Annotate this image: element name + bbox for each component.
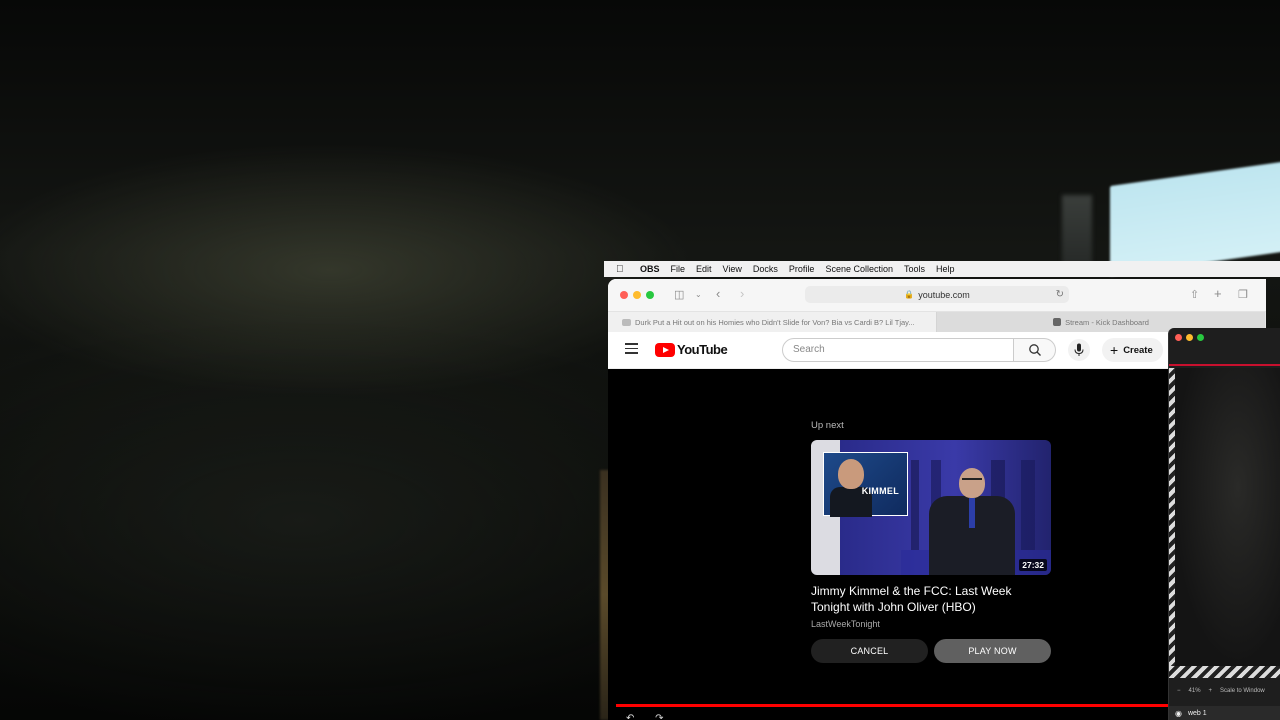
scale-to-window[interactable]: Scale to Window (1220, 688, 1265, 694)
menu-bar:  OBS File Edit View Docks Profile Scene… (604, 261, 1280, 277)
forward-icon[interactable]: › (740, 286, 744, 301)
play-now-button[interactable]: PLAY NOW (934, 639, 1051, 663)
minimize-button[interactable] (633, 291, 641, 299)
create-button[interactable]: + Create (1102, 338, 1163, 362)
url-text: youtube.com (918, 289, 970, 300)
video-duration: 27:32 (1019, 559, 1047, 571)
voice-search-button[interactable] (1068, 339, 1090, 361)
youtube-play-icon (655, 342, 675, 357)
menu-app-name[interactable]: OBS (640, 264, 660, 274)
menu-docks[interactable]: Docks (753, 264, 778, 274)
channel-name[interactable]: LastWeekTonight (811, 619, 880, 629)
obs-preview-hatch (1169, 368, 1175, 666)
obs-close-button[interactable] (1175, 334, 1182, 341)
thumbnail-text: KIMMEL (861, 486, 899, 496)
search-icon (1029, 344, 1041, 356)
menu-scene-collection[interactable]: Scene Collection (825, 264, 893, 274)
cancel-button[interactable]: CANCEL (811, 639, 928, 663)
zoom-button[interactable] (646, 291, 654, 299)
tab-bar: Durk Put a Hit out on his Homies who Did… (608, 312, 1266, 332)
player-controls: ↶ ↷ (626, 713, 664, 720)
create-label: Create (1123, 344, 1153, 356)
back-icon[interactable]: ‹ (716, 286, 720, 301)
obs-source-item[interactable]: ◉ web 1 (1169, 706, 1280, 720)
menu-tools[interactable]: Tools (904, 264, 925, 274)
close-button[interactable] (620, 291, 628, 299)
background-pillar (1062, 195, 1092, 265)
reload-icon[interactable]: ↻ (1056, 289, 1064, 300)
microphone-icon (1074, 343, 1084, 356)
source-name: web 1 (1187, 709, 1207, 717)
thumbnail-inset: KIMMEL (823, 452, 908, 517)
obs-zoom-bar: − 41% + Scale to Window (1169, 684, 1280, 698)
apple-icon[interactable]:  (616, 264, 626, 275)
youtube-logo[interactable]: YouTube (655, 342, 728, 357)
youtube-favicon-icon (622, 318, 631, 326)
search-button[interactable] (1014, 338, 1056, 362)
menu-profile[interactable]: Profile (789, 264, 815, 274)
zoom-out-icon[interactable]: − (1177, 688, 1181, 694)
kick-favicon-icon (1053, 318, 1062, 326)
obs-preview-border (1169, 364, 1280, 366)
obs-zoom-button[interactable] (1197, 334, 1204, 341)
tab-overview-icon[interactable]: ❐ (1238, 288, 1248, 301)
menu-edit[interactable]: Edit (696, 264, 712, 274)
obs-preview-hatch-bottom (1169, 666, 1280, 678)
window-controls (620, 291, 654, 299)
chevron-down-icon[interactable]: ⌄ (695, 290, 702, 299)
bright-window-background (1110, 157, 1280, 277)
youtube-wordmark: YouTube (677, 342, 728, 357)
obs-window-controls (1175, 334, 1204, 341)
sidebar-icon[interactable]: ◫ (674, 288, 684, 301)
obs-preview[interactable] (1173, 368, 1280, 666)
menu-view[interactable]: View (723, 264, 742, 274)
obs-minimize-button[interactable] (1186, 334, 1193, 341)
tab-title: Stream - Kick Dashboard (1065, 317, 1149, 327)
lock-icon: 🔒 (904, 290, 915, 299)
camera-icon: ◉ (1175, 708, 1182, 718)
new-tab-icon[interactable]: + (1214, 286, 1222, 301)
menu-file[interactable]: File (671, 264, 686, 274)
safari-toolbar: ◫ ⌄ ‹ › 🔒 youtube.com ↻ ⇧ + ❐ (608, 279, 1266, 312)
next-icon[interactable]: ↷ (655, 713, 663, 720)
up-next-label: Up next (811, 420, 844, 431)
video-title[interactable]: Jimmy Kimmel & the FCC: Last Week Tonigh… (811, 583, 1051, 615)
menu-help[interactable]: Help (936, 264, 955, 274)
address-bar[interactable]: 🔒 youtube.com ↻ (805, 286, 1069, 303)
obs-window: − 41% + Scale to Window ◉ web 1 (1168, 328, 1280, 720)
tab-title: Durk Put a Hit out on his Homies who Did… (635, 317, 915, 327)
tab-youtube[interactable]: Durk Put a Hit out on his Homies who Did… (608, 312, 937, 332)
video-thumbnail[interactable]: KIMMEL 27:32 (811, 440, 1051, 575)
menu-icon[interactable] (625, 343, 638, 357)
plus-icon: + (1110, 342, 1119, 358)
share-icon[interactable]: ⇧ (1190, 288, 1199, 301)
search-input[interactable]: Search (782, 338, 1014, 362)
zoom-level: 41% (1188, 688, 1201, 694)
previous-icon[interactable]: ↶ (626, 713, 634, 720)
zoom-in-icon[interactable]: + (1209, 688, 1213, 694)
